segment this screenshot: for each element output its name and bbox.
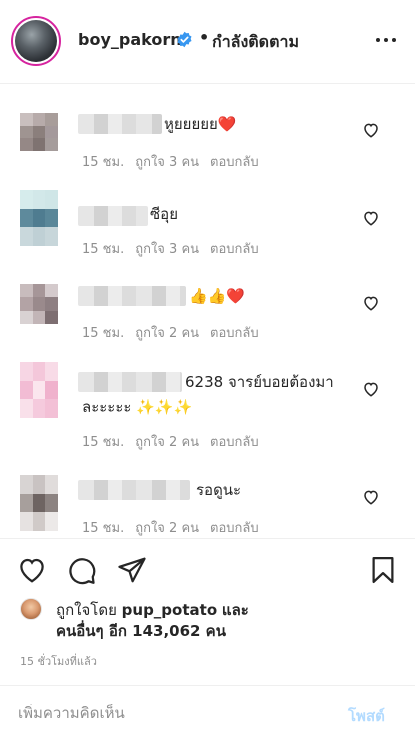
heart-icon[interactable] bbox=[362, 209, 380, 227]
add-comment-bar: โพสต์ bbox=[0, 685, 415, 744]
comments-list: หูยยยยย❤️ 15 ชม. ถูกใจ 3 คน ตอบกลับ ซีอุย … bbox=[0, 85, 415, 537]
comment-meta: 15 ชม. ถูกใจ 3 คน ตอบกลับ bbox=[82, 151, 270, 172]
comment-meta: 15 ชม. ถูกใจ 2 คน ตอบกลับ bbox=[82, 517, 270, 537]
comment-text: รอดูนะ bbox=[196, 481, 242, 499]
author-username[interactable]: boy_pakorn bbox=[78, 30, 182, 49]
reply-button[interactable]: ตอบกลับ bbox=[210, 521, 259, 536]
header-separator: • bbox=[199, 28, 210, 47]
comment-item: 6238 จารย์บอยต้องมา ละะะะะ ✨✨✨ 15 ชม. ถูก… bbox=[0, 343, 415, 455]
comment-item: หูยยยยย❤️ 15 ชม. ถูกใจ 3 คน ตอบกลับ bbox=[0, 85, 415, 171]
comment-item: รอดูนะ 15 ชม. ถูกใจ 2 คน ตอบกลับ bbox=[0, 455, 415, 537]
comment-meta: 15 ชม. ถูกใจ 2 คน ตอบกลับ bbox=[82, 431, 270, 452]
commenter-avatar[interactable] bbox=[20, 190, 58, 246]
commenter-avatar[interactable] bbox=[20, 113, 58, 151]
comment-likes[interactable]: ถูกใจ 2 คน bbox=[135, 521, 199, 536]
comment-time: 15 ชม. bbox=[82, 242, 125, 257]
comment-icon[interactable] bbox=[67, 555, 97, 585]
comment-text: 👍👍❤️ bbox=[189, 287, 246, 305]
likes-and: และ bbox=[221, 601, 249, 619]
likes-others-count[interactable]: คนอื่นๆ อีก 143,062 คน bbox=[56, 619, 226, 643]
reply-button[interactable]: ตอบกลับ bbox=[210, 326, 259, 341]
author-avatar[interactable] bbox=[11, 16, 61, 66]
comment-time: 15 ชม. bbox=[82, 326, 125, 341]
comment-likes[interactable]: ถูกใจ 2 คน bbox=[135, 435, 199, 450]
add-comment-input[interactable] bbox=[18, 704, 338, 722]
reply-button[interactable]: ตอบกลับ bbox=[210, 435, 259, 450]
post-action-bar bbox=[0, 538, 415, 598]
commenter-username-redacted[interactable] bbox=[78, 114, 162, 134]
comment-likes[interactable]: ถูกใจ 2 คน bbox=[135, 326, 199, 341]
commenter-avatar[interactable] bbox=[20, 362, 58, 418]
commenter-username-redacted[interactable] bbox=[78, 480, 190, 500]
liker-avatar[interactable] bbox=[20, 598, 42, 620]
reply-button[interactable]: ตอบกลับ bbox=[210, 155, 259, 170]
likes-prefix: ถูกใจโดย bbox=[56, 601, 117, 619]
following-button[interactable]: กำลังติดตาม bbox=[212, 30, 299, 55]
comment-time: 15 ชม. bbox=[82, 521, 125, 536]
heart-icon[interactable] bbox=[362, 380, 380, 398]
post-comment-button[interactable]: โพสต์ bbox=[348, 704, 385, 728]
heart-icon[interactable] bbox=[362, 294, 380, 312]
comment-time: 15 ชม. bbox=[82, 435, 125, 450]
comment-likes[interactable]: ถูกใจ 3 คน bbox=[135, 155, 199, 170]
comment-text: 6238 จารย์บอยต้องมา bbox=[185, 373, 334, 391]
comment-item: ซีอุย 15 ชม. ถูกใจ 3 คน ตอบกลับ bbox=[0, 171, 415, 257]
commenter-username-redacted[interactable] bbox=[78, 286, 186, 306]
comment-meta: 15 ชม. ถูกใจ 2 คน ตอบกลับ bbox=[82, 322, 270, 343]
heart-icon[interactable] bbox=[362, 488, 380, 506]
comment-text: หูยยยยย❤️ bbox=[164, 115, 237, 133]
commenter-avatar[interactable] bbox=[20, 284, 58, 324]
bookmark-icon[interactable] bbox=[368, 555, 398, 585]
comment-text: ซีอุย bbox=[150, 205, 178, 223]
commenter-username-redacted[interactable] bbox=[78, 372, 182, 392]
reply-button[interactable]: ตอบกลับ bbox=[210, 242, 259, 257]
verified-badge-icon bbox=[177, 31, 192, 48]
post-timestamp: 15 ชั่วโมงที่แล้ว bbox=[20, 655, 97, 668]
more-options-icon[interactable] bbox=[371, 30, 401, 50]
comment-likes[interactable]: ถูกใจ 3 คน bbox=[135, 242, 199, 257]
share-icon[interactable] bbox=[117, 555, 147, 585]
likes-summary: ถูกใจโดย pup_potato และ คนอื่นๆ อีก 143,… bbox=[0, 596, 415, 646]
like-heart-icon[interactable] bbox=[17, 555, 47, 585]
comment-item: 👍👍❤️ 15 ชม. ถูกใจ 2 คน ตอบกลับ bbox=[0, 257, 415, 343]
comment-meta: 15 ชม. ถูกใจ 3 คน ตอบกลับ bbox=[82, 238, 270, 259]
comment-text-line2: ละะะะะ ✨✨✨ bbox=[82, 398, 193, 416]
heart-icon[interactable] bbox=[362, 121, 380, 139]
liker-username[interactable]: pup_potato bbox=[122, 601, 217, 619]
commenter-avatar[interactable] bbox=[20, 475, 58, 531]
post-header: boy_pakorn • กำลังติดตาม bbox=[0, 0, 415, 84]
commenter-username-redacted[interactable] bbox=[78, 206, 148, 226]
comment-time: 15 ชม. bbox=[82, 155, 125, 170]
